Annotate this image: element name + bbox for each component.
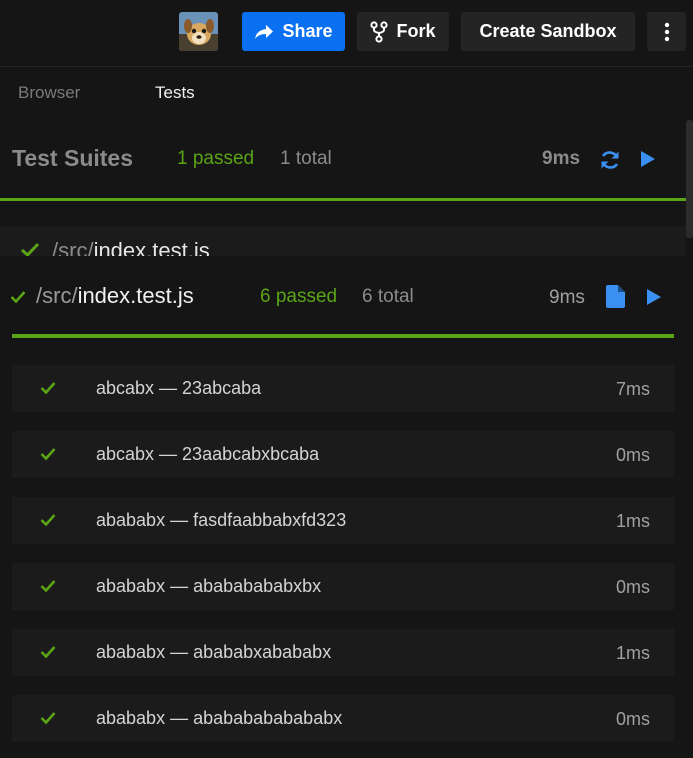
test-name: abcabx — 23abcaba xyxy=(96,378,262,398)
check-icon xyxy=(40,381,56,400)
suites-passed-count: 1 passed xyxy=(177,148,255,169)
fork-button[interactable]: Fork xyxy=(357,12,449,51)
test-name: abababx — abababxabababx xyxy=(96,642,332,662)
file-path: /src/index.test.js xyxy=(36,283,194,309)
avatar[interactable] xyxy=(179,12,218,51)
suites-duration: 9ms xyxy=(542,148,581,169)
tab-tests[interactable]: Tests xyxy=(155,83,195,103)
run-all-play-icon[interactable] xyxy=(640,150,656,173)
test-suites-title: Test Suites xyxy=(12,145,133,171)
test-name: abababx — fasdfaabbabxfd323 xyxy=(96,510,347,530)
test-row[interactable]: abcabx — 23abcaba 7ms xyxy=(12,365,674,412)
background-file-path: /src/index.test.js xyxy=(52,238,210,258)
background-file-name: index.test.js xyxy=(93,238,210,258)
file-progress-bar xyxy=(12,334,674,338)
check-icon xyxy=(40,711,56,730)
file-passed-count: 6 passed xyxy=(260,286,338,307)
test-name: abababx — abababababababx xyxy=(96,708,343,728)
test-duration: 7ms xyxy=(615,379,650,399)
check-icon xyxy=(10,290,26,309)
test-name: abcabx — 23aabcabxbcaba xyxy=(96,444,320,464)
suites-progress-bar xyxy=(0,198,686,201)
background-file-dir: /src/ xyxy=(52,238,94,258)
test-duration: 0ms xyxy=(615,577,650,597)
fork-label: Fork xyxy=(396,21,436,41)
test-row[interactable]: abababx — abababababxbx 0ms xyxy=(12,563,674,610)
test-row[interactable]: abababx — abababxabababx 1ms xyxy=(12,629,674,676)
file-dir: /src/ xyxy=(36,283,78,308)
test-duration: 0ms xyxy=(615,445,650,465)
create-sandbox-label: Create Sandbox xyxy=(479,21,617,41)
tab-browser[interactable]: Browser xyxy=(18,83,80,103)
top-bar: Share Fork Create Sandbox xyxy=(0,0,693,67)
share-label: Share xyxy=(282,21,333,41)
fork-icon xyxy=(370,20,389,43)
test-duration: 0ms xyxy=(615,709,650,729)
check-icon xyxy=(40,447,56,466)
test-name: abababx — abababababxbx xyxy=(96,576,322,596)
file-row-background[interactable]: /src/index.test.js xyxy=(0,226,686,258)
share-arrow-icon xyxy=(254,24,274,40)
more-options-button[interactable] xyxy=(647,12,686,51)
vertical-dots-icon xyxy=(664,22,670,42)
test-row[interactable]: abababx — abababababababx 0ms xyxy=(12,695,674,742)
run-file-play-icon[interactable] xyxy=(646,288,662,311)
test-row[interactable]: abababx — fasdfaabbabxfd323 1ms xyxy=(12,497,674,544)
file-name: index.test.js xyxy=(77,283,194,308)
check-icon xyxy=(40,645,56,664)
refresh-icon[interactable] xyxy=(598,148,622,177)
share-button[interactable]: Share xyxy=(242,12,345,51)
test-duration: 1ms xyxy=(615,511,650,531)
file-duration: 9ms xyxy=(549,287,585,308)
suites-total-count: 1 total xyxy=(280,148,332,169)
test-row[interactable]: abcabx — 23aabcabxbcaba 0ms xyxy=(12,431,674,478)
file-document-icon[interactable] xyxy=(606,285,625,313)
create-sandbox-button[interactable]: Create Sandbox xyxy=(461,12,635,51)
test-duration: 1ms xyxy=(615,643,650,663)
scrollbar-thumb[interactable] xyxy=(686,120,693,238)
file-total-count: 6 total xyxy=(362,286,414,307)
check-icon xyxy=(40,513,56,532)
check-icon xyxy=(40,579,56,598)
